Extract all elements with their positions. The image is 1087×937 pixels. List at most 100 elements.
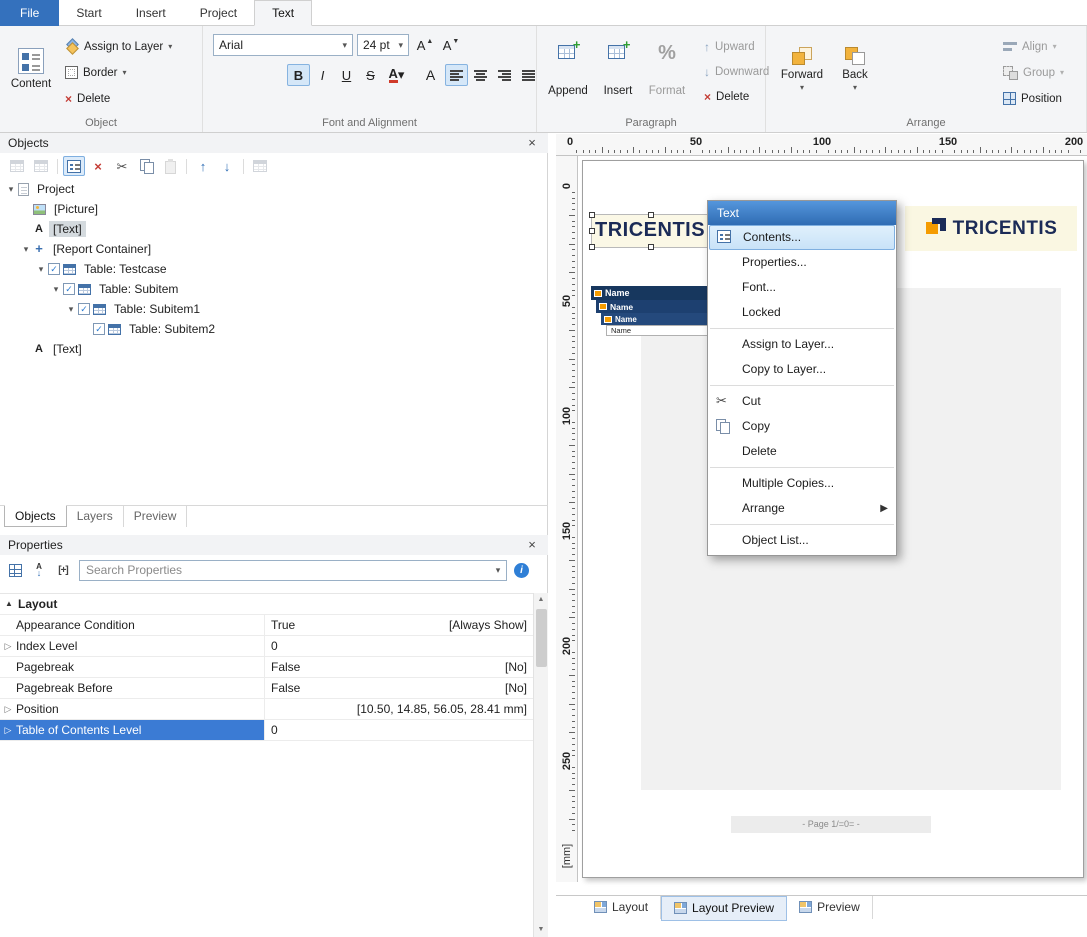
shrink-font-button[interactable]: A ▼	[439, 34, 463, 56]
info-icon[interactable]: i	[514, 563, 529, 578]
selection-handle[interactable]	[648, 212, 654, 218]
border-button[interactable]: Border ▾	[60, 62, 177, 83]
tree-expander-icon[interactable]: ▾	[34, 264, 48, 275]
close-icon[interactable]: ×	[524, 538, 540, 552]
ribbon-tab-file[interactable]: File	[0, 0, 59, 26]
categorized-view-button[interactable]	[4, 560, 26, 580]
view-tab-layout-preview[interactable]: Layout Preview	[661, 896, 787, 921]
bold-button[interactable]: B	[287, 64, 310, 86]
tree-item-report-container[interactable]: ▾+[Report Container]	[0, 239, 548, 259]
property-row-pagebreak-before[interactable]: Pagebreak BeforeFalse[No]	[0, 678, 533, 699]
menu-item-font[interactable]: Font...	[708, 275, 896, 300]
insert-button[interactable]: + Insert	[595, 34, 641, 100]
view-tab-preview[interactable]: Preview	[787, 896, 873, 919]
menu-item-contents[interactable]: Contents...	[709, 225, 895, 250]
tree-item-project[interactable]: ▾Project	[0, 179, 548, 199]
selection-handle[interactable]	[648, 244, 654, 250]
append-button[interactable]: + Append	[543, 34, 593, 100]
tree-expander-icon[interactable]: ▾	[49, 284, 63, 295]
tree-checkbox[interactable]: ✓	[78, 303, 90, 315]
menu-item-copy-to-layer[interactable]: Copy to Layer...	[708, 357, 896, 382]
property-expander-icon[interactable]: ▷	[0, 699, 16, 719]
delete-object-icon[interactable]: ×	[87, 156, 109, 176]
tree-item-text[interactable]: A[Text]	[0, 339, 548, 359]
property-row-position[interactable]: ▷Position[10.50, 14.85, 56.05, 28.41 mm]	[0, 699, 533, 720]
content-button[interactable]: Content	[4, 32, 58, 106]
menu-item-object-list[interactable]: Object List...	[708, 528, 896, 553]
properties-scrollbar[interactable]: ▲ ▼	[533, 593, 548, 937]
selection-handle[interactable]	[589, 212, 595, 218]
scroll-up-icon[interactable]: ▲	[534, 593, 548, 607]
font-color-button[interactable]: A ▾	[385, 64, 408, 86]
menu-item-arrange[interactable]: Arrange▶	[708, 496, 896, 521]
assign-to-layer-button[interactable]: Assign to Layer ▾	[60, 36, 177, 57]
tree-checkbox[interactable]: ✓	[48, 263, 60, 275]
italic-button[interactable]: I	[311, 64, 334, 86]
menu-item-locked[interactable]: Locked	[708, 300, 896, 325]
tree-item-table-subitem1[interactable]: ▾✓Table: Subitem1	[0, 299, 548, 319]
menu-item-delete[interactable]: Delete	[708, 439, 896, 464]
copy-icon[interactable]	[135, 156, 157, 176]
align-left-button[interactable]	[445, 64, 468, 86]
property-row-pagebreak[interactable]: PagebreakFalse[No]	[0, 657, 533, 678]
ribbon-tab-project[interactable]: Project	[183, 0, 254, 26]
position-button[interactable]: Position	[998, 88, 1069, 109]
menu-item-assign-to-layer[interactable]: Assign to Layer...	[708, 332, 896, 357]
tab-layers[interactable]: Layers	[67, 506, 124, 527]
property-category-layout[interactable]: ▲Layout	[0, 594, 533, 615]
property-expander-icon[interactable]: ▷	[0, 720, 16, 740]
selection-handle[interactable]	[589, 228, 595, 234]
tree-expander-icon[interactable]: ▾	[64, 304, 78, 315]
character-format-button[interactable]: A	[419, 64, 442, 86]
tab-preview[interactable]: Preview	[124, 506, 188, 527]
forward-button[interactable]: Forward ▾	[776, 32, 828, 106]
scroll-down-icon[interactable]: ▼	[534, 923, 548, 937]
delete-paragraph-button[interactable]: × Delete	[699, 86, 774, 107]
property-row-table-of-contents-level[interactable]: ▷Table of Contents Level0	[0, 720, 533, 741]
tab-objects[interactable]: Objects	[4, 505, 67, 527]
search-properties-box[interactable]: ▾	[79, 560, 507, 581]
tree-expander-icon[interactable]: ▾	[19, 244, 33, 255]
back-button[interactable]: Back ▾	[832, 32, 878, 106]
menu-item-cut[interactable]: ✂Cut	[708, 389, 896, 414]
close-icon[interactable]: ×	[524, 136, 540, 150]
tree-item-table-subitem2[interactable]: ✓Table: Subitem2	[0, 319, 548, 339]
table-data-row[interactable]: Name	[606, 325, 711, 336]
scrollbar-thumb[interactable]	[536, 609, 547, 667]
property-row-index-level[interactable]: ▷Index Level0	[0, 636, 533, 657]
tree-item-table-subitem[interactable]: ▾✓Table: Subitem	[0, 279, 548, 299]
text-object[interactable]: TRICENTIS	[591, 214, 711, 248]
search-dropdown-icon[interactable]: ▾	[490, 565, 506, 576]
sort-alphabetical-button[interactable]	[28, 560, 50, 580]
move-down-icon[interactable]: ↓	[216, 156, 238, 176]
tree-checkbox[interactable]: ✓	[93, 323, 105, 335]
ribbon-tab-insert[interactable]: Insert	[119, 0, 183, 26]
tree-item-text[interactable]: A[Text]	[0, 219, 548, 239]
tree-checkbox[interactable]: ✓	[63, 283, 75, 295]
font-size-select[interactable]: 24 pt ▾	[357, 34, 409, 56]
align-center-button[interactable]	[469, 64, 492, 86]
font-family-select[interactable]: Arial ▾	[213, 34, 353, 56]
property-expander-icon[interactable]: ▷	[0, 636, 16, 656]
underline-button[interactable]: U	[335, 64, 358, 86]
delete-object-button[interactable]: × Delete	[60, 88, 177, 109]
selection-handle[interactable]	[589, 244, 595, 250]
cut-icon[interactable]: ✂	[111, 156, 133, 176]
align-right-button[interactable]	[493, 64, 516, 86]
menu-item-copy[interactable]: Copy	[708, 414, 896, 439]
object-properties-icon[interactable]	[63, 156, 85, 176]
move-up-icon[interactable]: ↑	[192, 156, 214, 176]
tree-expander-icon[interactable]: ▾	[4, 184, 18, 195]
property-row-appearance-condition[interactable]: Appearance ConditionTrue[Always Show]	[0, 615, 533, 636]
menu-item-properties[interactable]: Properties...	[708, 250, 896, 275]
strikethrough-button[interactable]: S	[359, 64, 382, 86]
tree-item-picture[interactable]: [Picture]	[0, 199, 548, 219]
view-tab-layout[interactable]: Layout	[582, 896, 661, 919]
ribbon-tab-text[interactable]: Text	[254, 0, 312, 26]
menu-item-multiple-copies[interactable]: Multiple Copies...	[708, 471, 896, 496]
tree-item-table-testcase[interactable]: ▾✓Table: Testcase	[0, 259, 548, 279]
expand-all-button[interactable]: [+]	[52, 560, 74, 580]
search-properties-input[interactable]	[80, 563, 490, 577]
ribbon-tab-start[interactable]: Start	[59, 0, 118, 26]
grow-font-button[interactable]: A ▲	[413, 34, 437, 56]
